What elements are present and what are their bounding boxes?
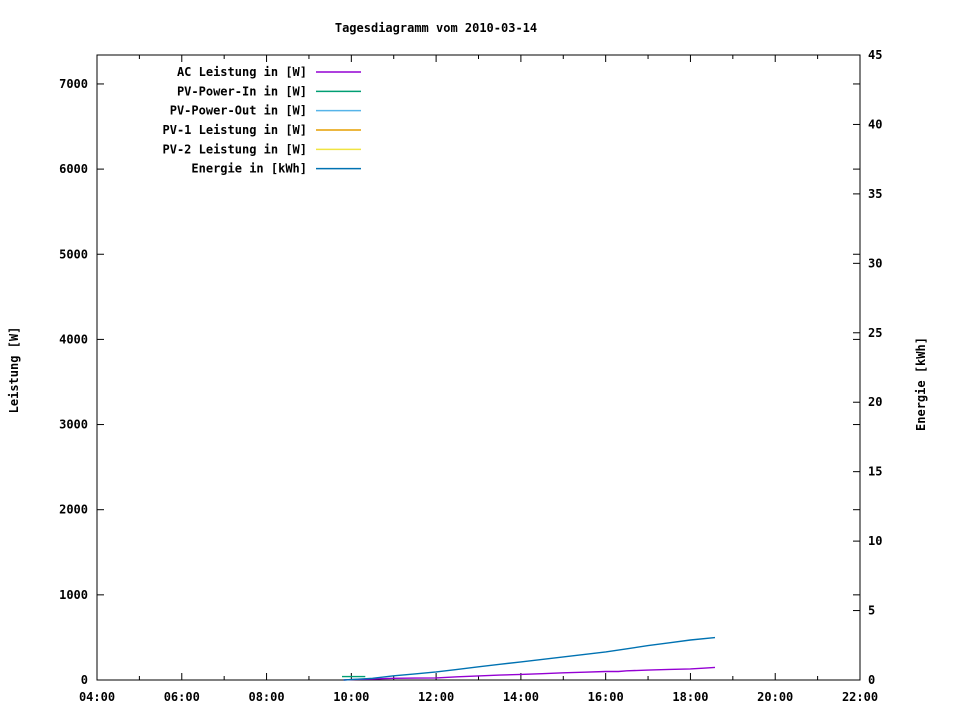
y2-tick-label: 5 [868,604,875,618]
y2-tick-label: 20 [868,395,882,409]
y2-tick-label: 25 [868,326,882,340]
y1-tick-label: 4000 [59,332,88,346]
y1-tick-label: 6000 [59,162,88,176]
x-tick-label: 16:00 [588,690,624,704]
x-tick-label: 08:00 [248,690,284,704]
legend-label-pv-power-in: PV-Power-In in [W] [177,84,307,98]
x-tick-label: 20:00 [757,690,793,704]
legend-label-pv-1-leistung: PV-1 Leistung in [W] [163,123,308,137]
y2-tick-label: 40 [868,117,882,131]
chart-canvas: Tagesdiagramm vom 2010-03-14 Leistung [W… [0,0,960,720]
x-tick-label: 04:00 [79,690,115,704]
y2-tick-label: 30 [868,256,882,270]
x-tick-label: 12:00 [418,690,454,704]
y2-tick-label: 15 [868,465,882,479]
y1-tick-label: 2000 [59,503,88,517]
y2-tick-label: 10 [868,534,882,548]
plot-area-svg: 04:00 06:00 08:00 10:00 12:00 14:00 16:00 18:00… [59,48,882,704]
legend-label-pv-power-out: PV-Power-Out in [W] [170,104,307,118]
y1-tick-label: 7000 [59,77,88,91]
legend-label-pv-2-leistung: PV-2 Leistung in [W] [163,142,308,156]
y1-tick-label: 1000 [59,588,88,602]
y2-tick-label: 35 [868,187,882,201]
y1-tick-label: 0 [81,673,88,687]
legend-label-ac-leistung: AC Leistung in [W] [177,65,307,79]
legend-label-energie: Energie in [kWh] [191,162,307,176]
x-tick-label: 18:00 [672,690,708,704]
x-tick-label: 10:00 [333,690,369,704]
y1-tick-label: 3000 [59,418,88,432]
x-tick-label: 14:00 [503,690,539,704]
y2-tick-label: 0 [868,673,875,687]
y2-tick-label: 45 [868,48,882,62]
x-tick-label: 06:00 [164,690,200,704]
y1-tick-label: 5000 [59,247,88,261]
series-line-ac-leistung [343,666,716,681]
x-tick-label: 22:00 [842,690,878,704]
